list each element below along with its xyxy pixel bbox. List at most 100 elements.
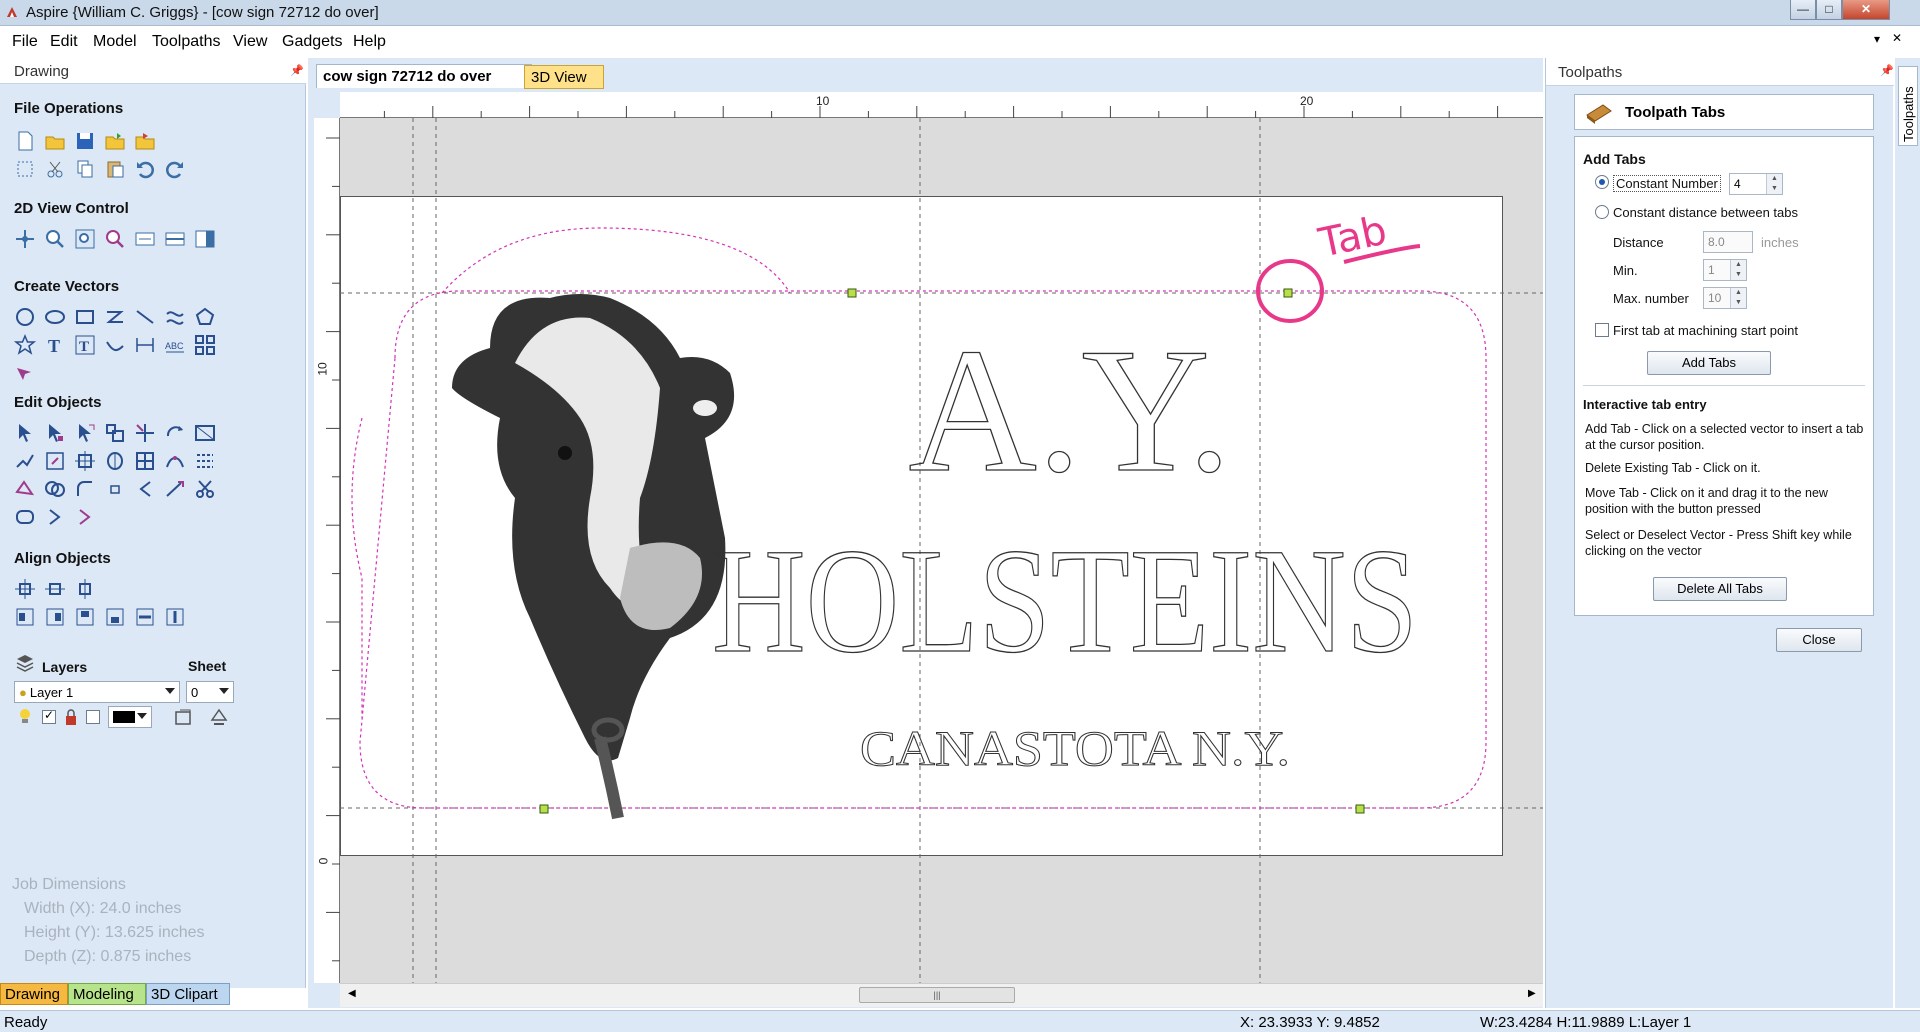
min-input[interactable]: 1 ▲ ▼	[1703, 259, 1747, 281]
first-tab-checkbox[interactable]	[1595, 323, 1609, 337]
scale-icon[interactable]	[44, 450, 66, 472]
star-icon[interactable]	[13, 334, 37, 356]
fillet-icon[interactable]	[74, 478, 96, 500]
array-copy-icon[interactable]	[194, 334, 216, 356]
align-bottom-icon[interactable]	[104, 606, 126, 628]
node-edit-icon[interactable]	[44, 422, 66, 444]
text-abc-icon[interactable]: ABC	[164, 334, 186, 356]
tab-3d-view[interactable]: 3D View	[524, 65, 604, 89]
layer-select[interactable]: ● Layer 1	[14, 681, 180, 703]
text-icon[interactable]: T	[44, 334, 66, 356]
delete-all-tabs-button[interactable]: Delete All Tabs	[1653, 577, 1787, 601]
copy-icon[interactable]	[74, 158, 96, 180]
import-icon[interactable]	[104, 130, 126, 152]
mirror-icon[interactable]	[194, 422, 216, 444]
move-icon[interactable]	[134, 422, 156, 444]
constant-number-label[interactable]: Constant Number	[1613, 175, 1721, 192]
curve-fit-icon[interactable]	[194, 450, 216, 472]
layer-lock-checkbox[interactable]	[86, 710, 100, 724]
polyline-icon[interactable]	[104, 306, 126, 328]
pan-icon[interactable]	[14, 228, 36, 250]
distance-input[interactable]: 8.0	[1703, 231, 1753, 253]
spin-arrows-icon[interactable]: ▲ ▼	[1730, 260, 1746, 280]
save-icon[interactable]	[74, 130, 96, 152]
align-left-icon[interactable]	[14, 606, 36, 628]
circle-icon[interactable]	[14, 306, 36, 328]
menu-toolpaths[interactable]: Toolpaths	[152, 33, 221, 51]
sheet-select[interactable]: 0	[186, 681, 234, 703]
menu-model[interactable]: Model	[93, 33, 137, 51]
horizontal-scrollbar[interactable]: ◀ ||| ▶	[340, 983, 1543, 1007]
dimension-icon[interactable]	[134, 334, 156, 356]
chevron-left-icon[interactable]	[134, 478, 156, 500]
small-icon[interactable]	[104, 478, 126, 500]
rectangle-icon[interactable]	[74, 306, 96, 328]
vector-layer[interactable]: Tab A.Y. HOLSTEINS CANASTOTA N.Y.	[340, 118, 1543, 983]
spin-arrows-icon[interactable]: ▲ ▼	[1730, 288, 1746, 308]
view-3d-icon[interactable]	[194, 228, 216, 250]
paste-icon[interactable]	[104, 158, 126, 180]
menu-pin-icon[interactable]: ▾	[1874, 32, 1880, 46]
maximize-button[interactable]: □	[1816, 0, 1842, 20]
open-file-icon[interactable]	[44, 130, 66, 152]
drawing-canvas[interactable]: Tab A.Y. HOLSTEINS CANASTOTA N.Y.	[340, 118, 1543, 983]
join-vectors-icon[interactable]	[164, 450, 186, 472]
tab-modeling[interactable]: Modeling	[68, 983, 146, 1005]
layer-visible-checkbox[interactable]: ✓	[42, 708, 56, 724]
layer-color-select[interactable]	[108, 706, 152, 728]
extend-vector-icon[interactable]	[164, 478, 186, 500]
add-tabs-button[interactable]: Add Tabs	[1647, 351, 1771, 375]
zoom-icon[interactable]	[44, 228, 66, 250]
align-top-icon[interactable]	[74, 606, 96, 628]
export-icon[interactable]	[134, 130, 156, 152]
menu-help[interactable]: Help	[353, 33, 386, 51]
pin-icon[interactable]: 📌	[290, 64, 304, 77]
new-file-icon[interactable]	[14, 130, 36, 152]
distribute-horizontal-icon[interactable]	[134, 606, 156, 628]
tab-drawing[interactable]: Drawing	[0, 983, 68, 1005]
align-vertical-center-icon[interactable]	[74, 578, 96, 600]
text-on-curve-icon[interactable]: T	[74, 334, 96, 356]
rotate-icon[interactable]	[164, 422, 186, 444]
tab-2d-document[interactable]: cow sign 72712 do over	[316, 64, 532, 88]
constant-number-input[interactable]: 4 ▲ ▼	[1729, 173, 1783, 195]
sign-line-3[interactable]: CANASTOTA N.Y.	[860, 720, 1291, 777]
menu-edit[interactable]: Edit	[50, 33, 78, 51]
menu-file[interactable]: File	[12, 33, 38, 51]
close-button[interactable]: Close	[1776, 628, 1862, 652]
zoom-box-icon[interactable]	[104, 228, 126, 250]
line-icon[interactable]	[134, 306, 156, 328]
constant-distance-radio[interactable]	[1595, 205, 1609, 219]
align-right-icon[interactable]	[44, 606, 66, 628]
align-distort-icon[interactable]	[14, 450, 36, 472]
scroll-left-icon[interactable]: ◀	[348, 988, 356, 999]
toolpaths-side-tab[interactable]: Toolpaths	[1898, 66, 1918, 146]
arrow-right-icon[interactable]	[44, 506, 66, 528]
weld-icon[interactable]	[104, 450, 126, 472]
tab-3d-clipart[interactable]: 3D Clipart	[146, 983, 230, 1005]
center-icon[interactable]	[74, 450, 96, 472]
curve-icon[interactable]	[164, 306, 186, 328]
constant-number-radio[interactable]	[1595, 175, 1609, 189]
menu-gadgets[interactable]: Gadgets	[282, 33, 342, 51]
scroll-right-icon[interactable]: ▶	[1528, 988, 1536, 999]
sign-line-1[interactable]: A.Y.	[908, 310, 1232, 509]
minimize-button[interactable]: —	[1790, 0, 1816, 20]
grid-icon[interactable]	[134, 450, 156, 472]
polygon-icon[interactable]	[194, 306, 216, 328]
redo-icon[interactable]	[164, 158, 186, 180]
select-icon[interactable]	[14, 422, 36, 444]
layer-lock-icon[interactable]	[64, 708, 78, 726]
max-number-input[interactable]: 10 ▲ ▼	[1703, 287, 1747, 309]
layer-visible-bulb-icon[interactable]	[18, 708, 32, 726]
view-vectors-icon[interactable]	[134, 228, 156, 250]
pin-icon[interactable]: 📌	[1880, 64, 1894, 77]
close-vectors-icon[interactable]	[14, 506, 36, 528]
layer-move-icon[interactable]	[208, 706, 230, 728]
scroll-thumb[interactable]: |||	[859, 987, 1015, 1003]
layer-manager-icon[interactable]	[172, 706, 194, 728]
menu-close-icon[interactable]: ✕	[1892, 31, 1902, 45]
distribute-vertical-icon[interactable]	[164, 606, 186, 628]
scissors-icon[interactable]	[194, 478, 216, 500]
close-window-button[interactable]: ✕	[1842, 0, 1890, 20]
